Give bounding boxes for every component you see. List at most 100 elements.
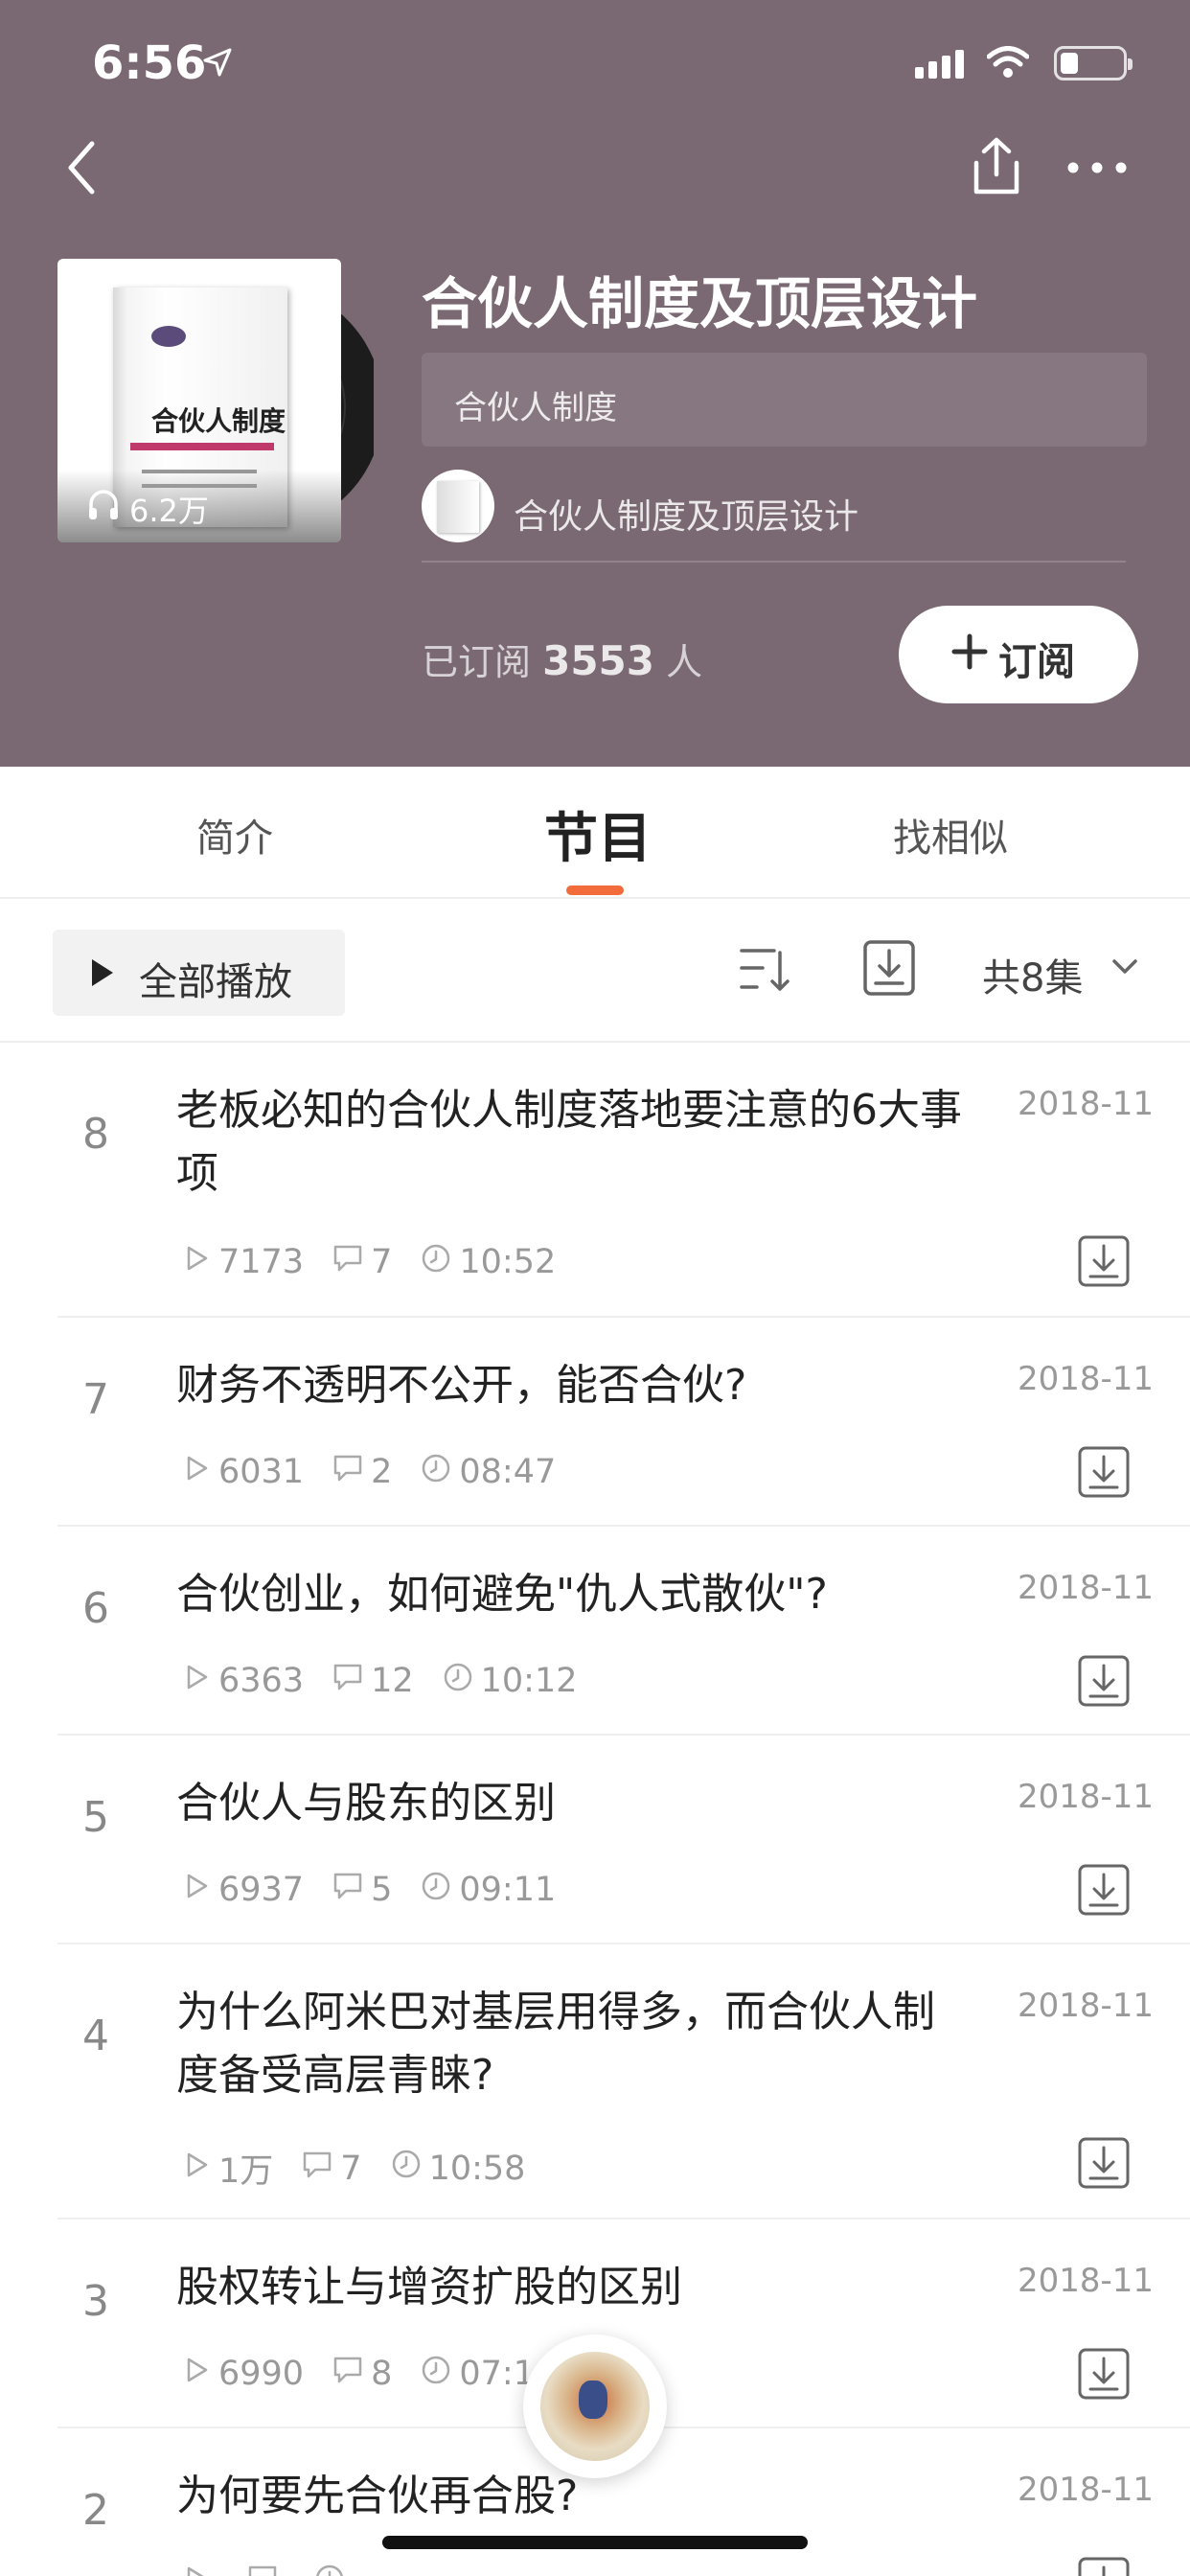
location-arrow-icon [203,48,232,77]
now-playing-artwork [540,2352,650,2461]
download-icon[interactable] [1077,2556,1131,2576]
album-tag[interactable]: 合伙人制度 [422,353,1147,447]
episode-meta: 6031 2 08:47 [182,1452,556,1492]
episode-title[interactable]: 财务不透明不公开，能否合伙? [176,1354,972,1417]
episode-row[interactable]: 4 为什么阿米巴对基层用得多，而合伙人制度备受高层青睐? 2018-11 1万 7 10:… [0,1944,1190,2220]
clock-icon [391,2149,422,2188]
episode-date: 2018-11 [1018,2471,1155,2509]
author-name[interactable]: 合伙人制度及顶层设计 [514,489,858,539]
sort-icon[interactable] [738,945,793,995]
floating-player-button[interactable] [523,2334,667,2478]
subscriber-count: 已订阅 3553 人 [422,632,702,685]
header-divider [422,561,1126,563]
wifi-icon [987,46,1029,78]
clock-icon [421,1871,451,1910]
back-button[interactable] [54,134,111,201]
episode-plays: 7173 [218,1243,305,1281]
episode-meta: 7173 7 10:52 [182,1242,556,1282]
tab-intro[interactable]: 简介 [196,807,273,862]
subscribed-number: 3553 [542,637,655,684]
download-all-icon[interactable] [862,939,916,997]
episode-number: 3 [82,2277,109,2326]
comment-icon [332,1453,363,1491]
subscribe-button[interactable]: 订阅 [899,606,1138,703]
author-avatar[interactable] [422,470,494,542]
episode-duration: 09:11 [459,1871,557,1909]
download-icon[interactable] [1077,2347,1131,2404]
episode-number: 4 [82,2012,109,2060]
comment-icon [302,2150,332,2188]
share-button[interactable] [963,132,1030,199]
episode-date: 2018-11 [1018,2262,1155,2300]
episode-number: 7 [82,1375,109,1424]
active-tab-indicator [566,886,624,895]
play-count-icon [182,1871,211,1909]
episode-comments: 7 [340,2149,362,2188]
cover-book-title: 合伙人制度 [151,405,286,437]
episode-meta [182,2563,353,2576]
episode-title[interactable]: 为什么阿米巴对基层用得多，而合伙人制度备受高层青睐? [176,1981,972,2107]
episode-comments: 8 [371,2355,393,2393]
download-icon[interactable] [1077,1654,1131,1712]
episode-count[interactable]: 共8集 [982,947,1083,1002]
episode-toolbar: 全部播放 共8集 [0,899,1190,1043]
subscribe-label: 订阅 [998,640,1075,684]
comment-icon [332,1871,363,1909]
episode-date: 2018-11 [1018,1569,1155,1607]
home-indicator [382,2536,808,2549]
episode-comments: 7 [371,1243,393,1281]
chevron-down-icon[interactable] [1111,958,1138,976]
tab-bar: 简介 节目 找相似 [0,767,1190,899]
play-count-icon [182,2150,211,2188]
episode-number: 6 [82,1584,109,1633]
album-cover[interactable]: 合伙人制度 6.2万 [57,259,341,542]
comment-icon [332,2355,363,2393]
clock-icon [443,1662,473,1701]
episode-date: 2018-11 [1018,1778,1155,1816]
episode-comments: 2 [371,1453,393,1491]
tab-similar[interactable]: 找相似 [893,807,1008,862]
play-all-label: 全部播放 [139,960,292,1004]
status-time: 6:56 [92,36,207,90]
download-icon[interactable] [1077,1863,1131,1920]
battery-icon [1054,46,1133,80]
more-options-button[interactable] [1064,144,1131,192]
play-all-button[interactable]: 全部播放 [53,930,345,1016]
episode-meta: 6363 12 10:12 [182,1661,578,1701]
play-count-icon [182,1243,211,1281]
comment-icon [332,1243,363,1281]
episode-title[interactable]: 老板必知的合伙人制度落地要注意的6大事项 [176,1079,972,1206]
episode-duration: 10:52 [459,1243,557,1281]
play-count-icon [182,1453,211,1491]
episode-row[interactable]: 8 老板必知的合伙人制度落地要注意的6大事项 2018-11 7173 7 10:52 [0,1043,1190,1318]
play-icon [92,959,113,986]
episode-meta: 6937 5 09:11 [182,1870,556,1910]
episode-number: 2 [82,2486,109,2535]
download-icon[interactable] [1077,2136,1131,2194]
episode-plays: 1万 [218,2152,274,2191]
episode-row[interactable]: 7 财务不透明不公开，能否合伙? 2018-11 6031 2 08:47 [0,1318,1190,1527]
album-title: 合伙人制度及顶层设计 [422,271,978,336]
plus-icon [951,633,988,670]
headphone-icon [89,490,118,519]
album-header: 6:56 合伙人制度 6.2万 合伙人制度及顶层设计 合伙人制度 合伙人制度及顶… [0,0,1190,767]
tab-programs[interactable]: 节目 [544,795,652,873]
download-icon[interactable] [1077,1234,1131,1292]
clock-icon [421,2355,451,2394]
episode-row[interactable]: 5 合伙人与股东的区别 2018-11 6937 5 09:11 [0,1736,1190,1944]
subscribed-prefix: 已订阅 [422,641,532,683]
episode-plays: 6363 [218,1662,305,1700]
download-icon[interactable] [1077,1445,1131,1503]
episode-date: 2018-11 [1018,1085,1155,1123]
episode-duration: 08:47 [459,1453,557,1491]
episode-title[interactable]: 合伙创业，如何避免"仇人式散伙"? [176,1563,972,1626]
episode-comments: 5 [371,1871,393,1909]
episode-row[interactable]: 6 合伙创业，如何避免"仇人式散伙"? 2018-11 6363 12 10:12 [0,1527,1190,1736]
clock-icon [314,2564,345,2576]
subscribed-suffix: 人 [666,641,703,683]
comment-icon [247,2564,278,2576]
episode-title[interactable]: 合伙人与股东的区别 [176,1772,972,1835]
clock-icon [421,1453,451,1492]
episode-title[interactable]: 股权转让与增资扩股的区别 [176,2256,972,2319]
signal-icon [915,50,964,79]
